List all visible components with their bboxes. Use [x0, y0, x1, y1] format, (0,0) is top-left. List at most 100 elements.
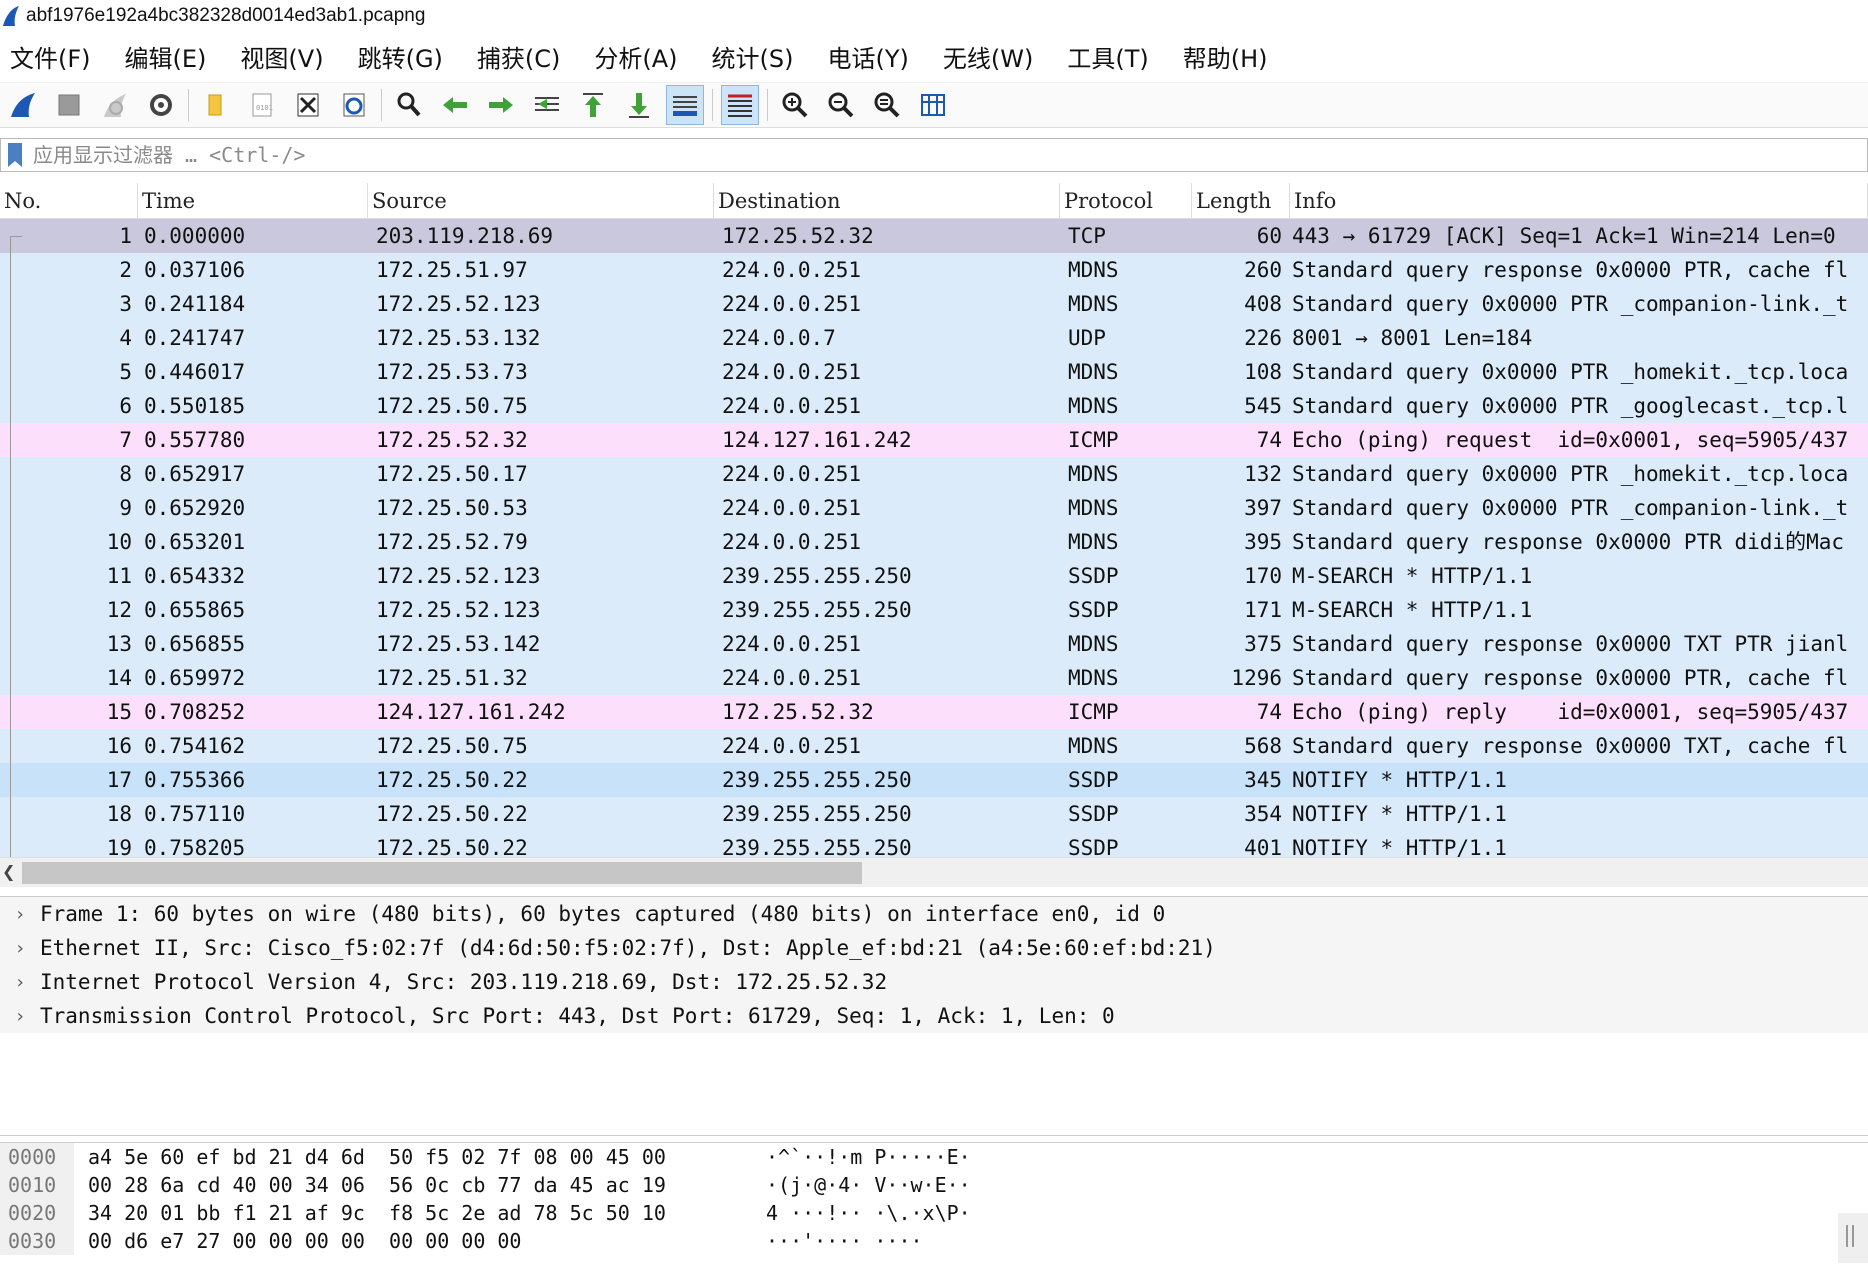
- bytes-offset[interactable]: 0030: [0, 1227, 74, 1255]
- packet-row[interactable]: 17 0.755366 172.25.50.22 239.255.255.250 SSD…: [0, 763, 1868, 797]
- bytes-pane-scrollbar[interactable]: [1838, 1213, 1868, 1263]
- menu-item[interactable]: 分析(A): [594, 39, 677, 74]
- bytes-offset[interactable]: 0000: [0, 1143, 74, 1171]
- start-capture-button[interactable]: [4, 85, 42, 125]
- close-file-button[interactable]: [289, 85, 327, 125]
- packet-row[interactable]: 2 0.037106 172.25.51.97 224.0.0.251 MDNS 260 S…: [0, 253, 1868, 287]
- column-header-no[interactable]: No.: [0, 183, 138, 219]
- menu-item[interactable]: 电话(Y): [828, 39, 909, 74]
- bytes-hex[interactable]: 34 20 01 bb f1 21 af 9c f8 5c 2e ad 78 5…: [74, 1199, 740, 1227]
- zoom-normal-button[interactable]: [868, 85, 906, 125]
- open-file-button[interactable]: [197, 85, 235, 125]
- menu-item[interactable]: 文件(F): [10, 39, 91, 74]
- packet-row[interactable]: 8 0.652917 172.25.50.17 224.0.0.251 MDNS 132 S…: [0, 457, 1868, 491]
- zoom-normal-icon: [874, 92, 900, 118]
- scroll-left-icon[interactable]: ❮: [2, 862, 15, 881]
- packet-cell-info: Standard query response 0x0000 PTR, cach…: [1290, 661, 1868, 695]
- menu-item[interactable]: 捕获(C): [477, 39, 560, 74]
- bytes-hex[interactable]: a4 5e 60 ef bd 21 d4 6d 50 f5 02 7f 08 0…: [74, 1143, 740, 1171]
- menu-bar: 文件(F) 编辑(E) 视图(V) 跳转(G) 捕获(C) 分析(A) 统计(S) 电话(Y)…: [0, 36, 1292, 76]
- packet-cell-text: 0.708252: [144, 700, 246, 724]
- colorize-button[interactable]: [721, 85, 759, 125]
- column-header-length[interactable]: Length: [1192, 183, 1290, 219]
- packet-row[interactable]: 11 0.654332 172.25.52.123 239.255.255.250 SS…: [0, 559, 1868, 593]
- find-packet-button[interactable]: [390, 85, 428, 125]
- go-back-button[interactable]: [436, 85, 474, 125]
- packet-cell-text: 124.127.161.242: [722, 428, 912, 452]
- packet-cell-text: NOTIFY * HTTP/1.1: [1292, 768, 1507, 792]
- packet-cell-text: 224.0.0.251: [722, 394, 862, 418]
- scrollbar-thumb[interactable]: [22, 862, 862, 884]
- bytes-hex[interactable]: 00 28 6a cd 40 00 34 06 56 0c cb 77 da 4…: [74, 1171, 740, 1199]
- bytes-ascii[interactable]: ·^`··!·m P·····E·: [740, 1143, 1040, 1171]
- detail-tree-item[interactable]: › Transmission Control Protocol, Src Port…: [0, 999, 1868, 1033]
- packet-row[interactable]: 7 0.557780 172.25.52.32 124.127.161.242 ICMP…: [0, 423, 1868, 457]
- title-bar: abf1976e192a4bc382328d0014ed3ab1.pcapng: [0, 0, 1868, 32]
- packet-row[interactable]: 4 0.241747 172.25.53.132 224.0.0.7 UDP 226 800…: [0, 321, 1868, 355]
- zoom-in-button[interactable]: [776, 85, 814, 125]
- menu-item[interactable]: 工具(T): [1067, 39, 1148, 74]
- packet-cell-proto: MDNS: [1060, 389, 1192, 423]
- packet-row[interactable]: 5 0.446017 172.25.53.73 224.0.0.251 MDNS 108 S…: [0, 355, 1868, 389]
- bytes-ascii[interactable]: ···'···· ····: [740, 1227, 1040, 1255]
- packet-row[interactable]: 16 0.754162 172.25.50.75 224.0.0.251 MDNS 568…: [0, 729, 1868, 763]
- column-header-time[interactable]: Time: [138, 183, 368, 219]
- detail-tree-item[interactable]: › Frame 1: 60 bytes on wire (480 bits), 6…: [0, 897, 1868, 931]
- packet-cell-text: MDNS: [1068, 496, 1119, 520]
- packet-row[interactable]: 9 0.652920 172.25.50.53 224.0.0.251 MDNS 397 S…: [0, 491, 1868, 525]
- column-header-destination[interactable]: Destination: [714, 183, 1060, 219]
- menu-item[interactable]: 跳转(G): [358, 39, 443, 74]
- packet-cell-text: 11: [106, 564, 132, 588]
- save-file-button[interactable]: 0101: [243, 85, 281, 125]
- menu-item[interactable]: 帮助(H): [1183, 39, 1268, 74]
- column-header-info[interactable]: Info: [1290, 183, 1868, 219]
- packet-cell-text: 375: [1244, 632, 1282, 656]
- bytes-hex[interactable]: 00 d6 e7 27 00 00 00 00 00 00 00 00: [74, 1227, 740, 1255]
- detail-tree-item[interactable]: › Ethernet II, Src: Cisco_f5:02:7f (d4:6d…: [0, 931, 1868, 965]
- chevron-right-icon[interactable]: ›: [0, 972, 40, 993]
- chevron-right-icon[interactable]: ›: [0, 904, 40, 925]
- go-last-button[interactable]: [620, 85, 658, 125]
- packet-row[interactable]: 15 0.708252 124.127.161.242 172.25.52.32 ICM…: [0, 695, 1868, 729]
- capture-options-button[interactable]: [142, 85, 180, 125]
- wireshark-fin-icon: [3, 6, 19, 26]
- packet-cell-text: MDNS: [1068, 666, 1119, 690]
- packet-row[interactable]: 10 0.653201 172.25.52.79 224.0.0.251 MDNS 395…: [0, 525, 1868, 559]
- bytes-offset[interactable]: 0020: [0, 1199, 74, 1227]
- packet-row[interactable]: 18 0.757110 172.25.50.22 239.255.255.250 SSD…: [0, 797, 1868, 831]
- packet-cell-text: Standard query response 0x0000 PTR, cach…: [1292, 258, 1849, 282]
- packet-cell-text: 12: [106, 598, 132, 622]
- menu-item[interactable]: 视图(V): [240, 39, 323, 74]
- filter-bookmark-icon[interactable]: [7, 142, 23, 168]
- menu-item[interactable]: 统计(S): [712, 39, 794, 74]
- resize-columns-button[interactable]: [914, 85, 952, 125]
- packet-cell-text: 132: [1244, 462, 1282, 486]
- packet-list-horizontal-scrollbar[interactable]: ❮: [0, 857, 1868, 887]
- go-first-button[interactable]: [574, 85, 612, 125]
- chevron-right-icon[interactable]: ›: [0, 1006, 40, 1027]
- go-forward-button[interactable]: [482, 85, 520, 125]
- restart-capture-button[interactable]: [96, 85, 134, 125]
- packet-row[interactable]: 14 0.659972 172.25.51.32 224.0.0.251 MDNS 129…: [0, 661, 1868, 695]
- packet-row[interactable]: 6 0.550185 172.25.50.75 224.0.0.251 MDNS 545 S…: [0, 389, 1868, 423]
- reload-file-button[interactable]: [335, 85, 373, 125]
- column-header-protocol[interactable]: Protocol: [1060, 183, 1192, 219]
- go-to-packet-button[interactable]: [528, 85, 566, 125]
- menu-item[interactable]: 编辑(E): [125, 39, 207, 74]
- packet-row[interactable]: 1 0.000000 203.119.218.69 172.25.52.32 TCP 60…: [0, 219, 1868, 253]
- zoom-out-button[interactable]: [822, 85, 860, 125]
- packet-row[interactable]: 19 0.758205 172.25.50.22 239.255.255.250 SSD…: [0, 831, 1868, 857]
- packet-row[interactable]: 12 0.655865 172.25.52.123 239.255.255.250 SS…: [0, 593, 1868, 627]
- chevron-right-icon[interactable]: ›: [0, 938, 40, 959]
- column-header-source[interactable]: Source: [368, 183, 714, 219]
- display-filter-input[interactable]: [33, 143, 1813, 167]
- bytes-offset[interactable]: 0010: [0, 1171, 74, 1199]
- autoscroll-button[interactable]: [666, 85, 704, 125]
- detail-tree-item[interactable]: › Internet Protocol Version 4, Src: 203.1…: [0, 965, 1868, 999]
- bytes-ascii[interactable]: 4 ···!·· ·\.·x\P·: [740, 1199, 1040, 1227]
- packet-row[interactable]: 3 0.241184 172.25.52.123 224.0.0.251 MDNS 408…: [0, 287, 1868, 321]
- stop-capture-button[interactable]: [50, 85, 88, 125]
- packet-row[interactable]: 13 0.656855 172.25.53.142 224.0.0.251 MDNS 37…: [0, 627, 1868, 661]
- menu-item[interactable]: 无线(W): [943, 39, 1033, 74]
- bytes-ascii[interactable]: ·(j·@·4· V··w·E··: [740, 1171, 1040, 1199]
